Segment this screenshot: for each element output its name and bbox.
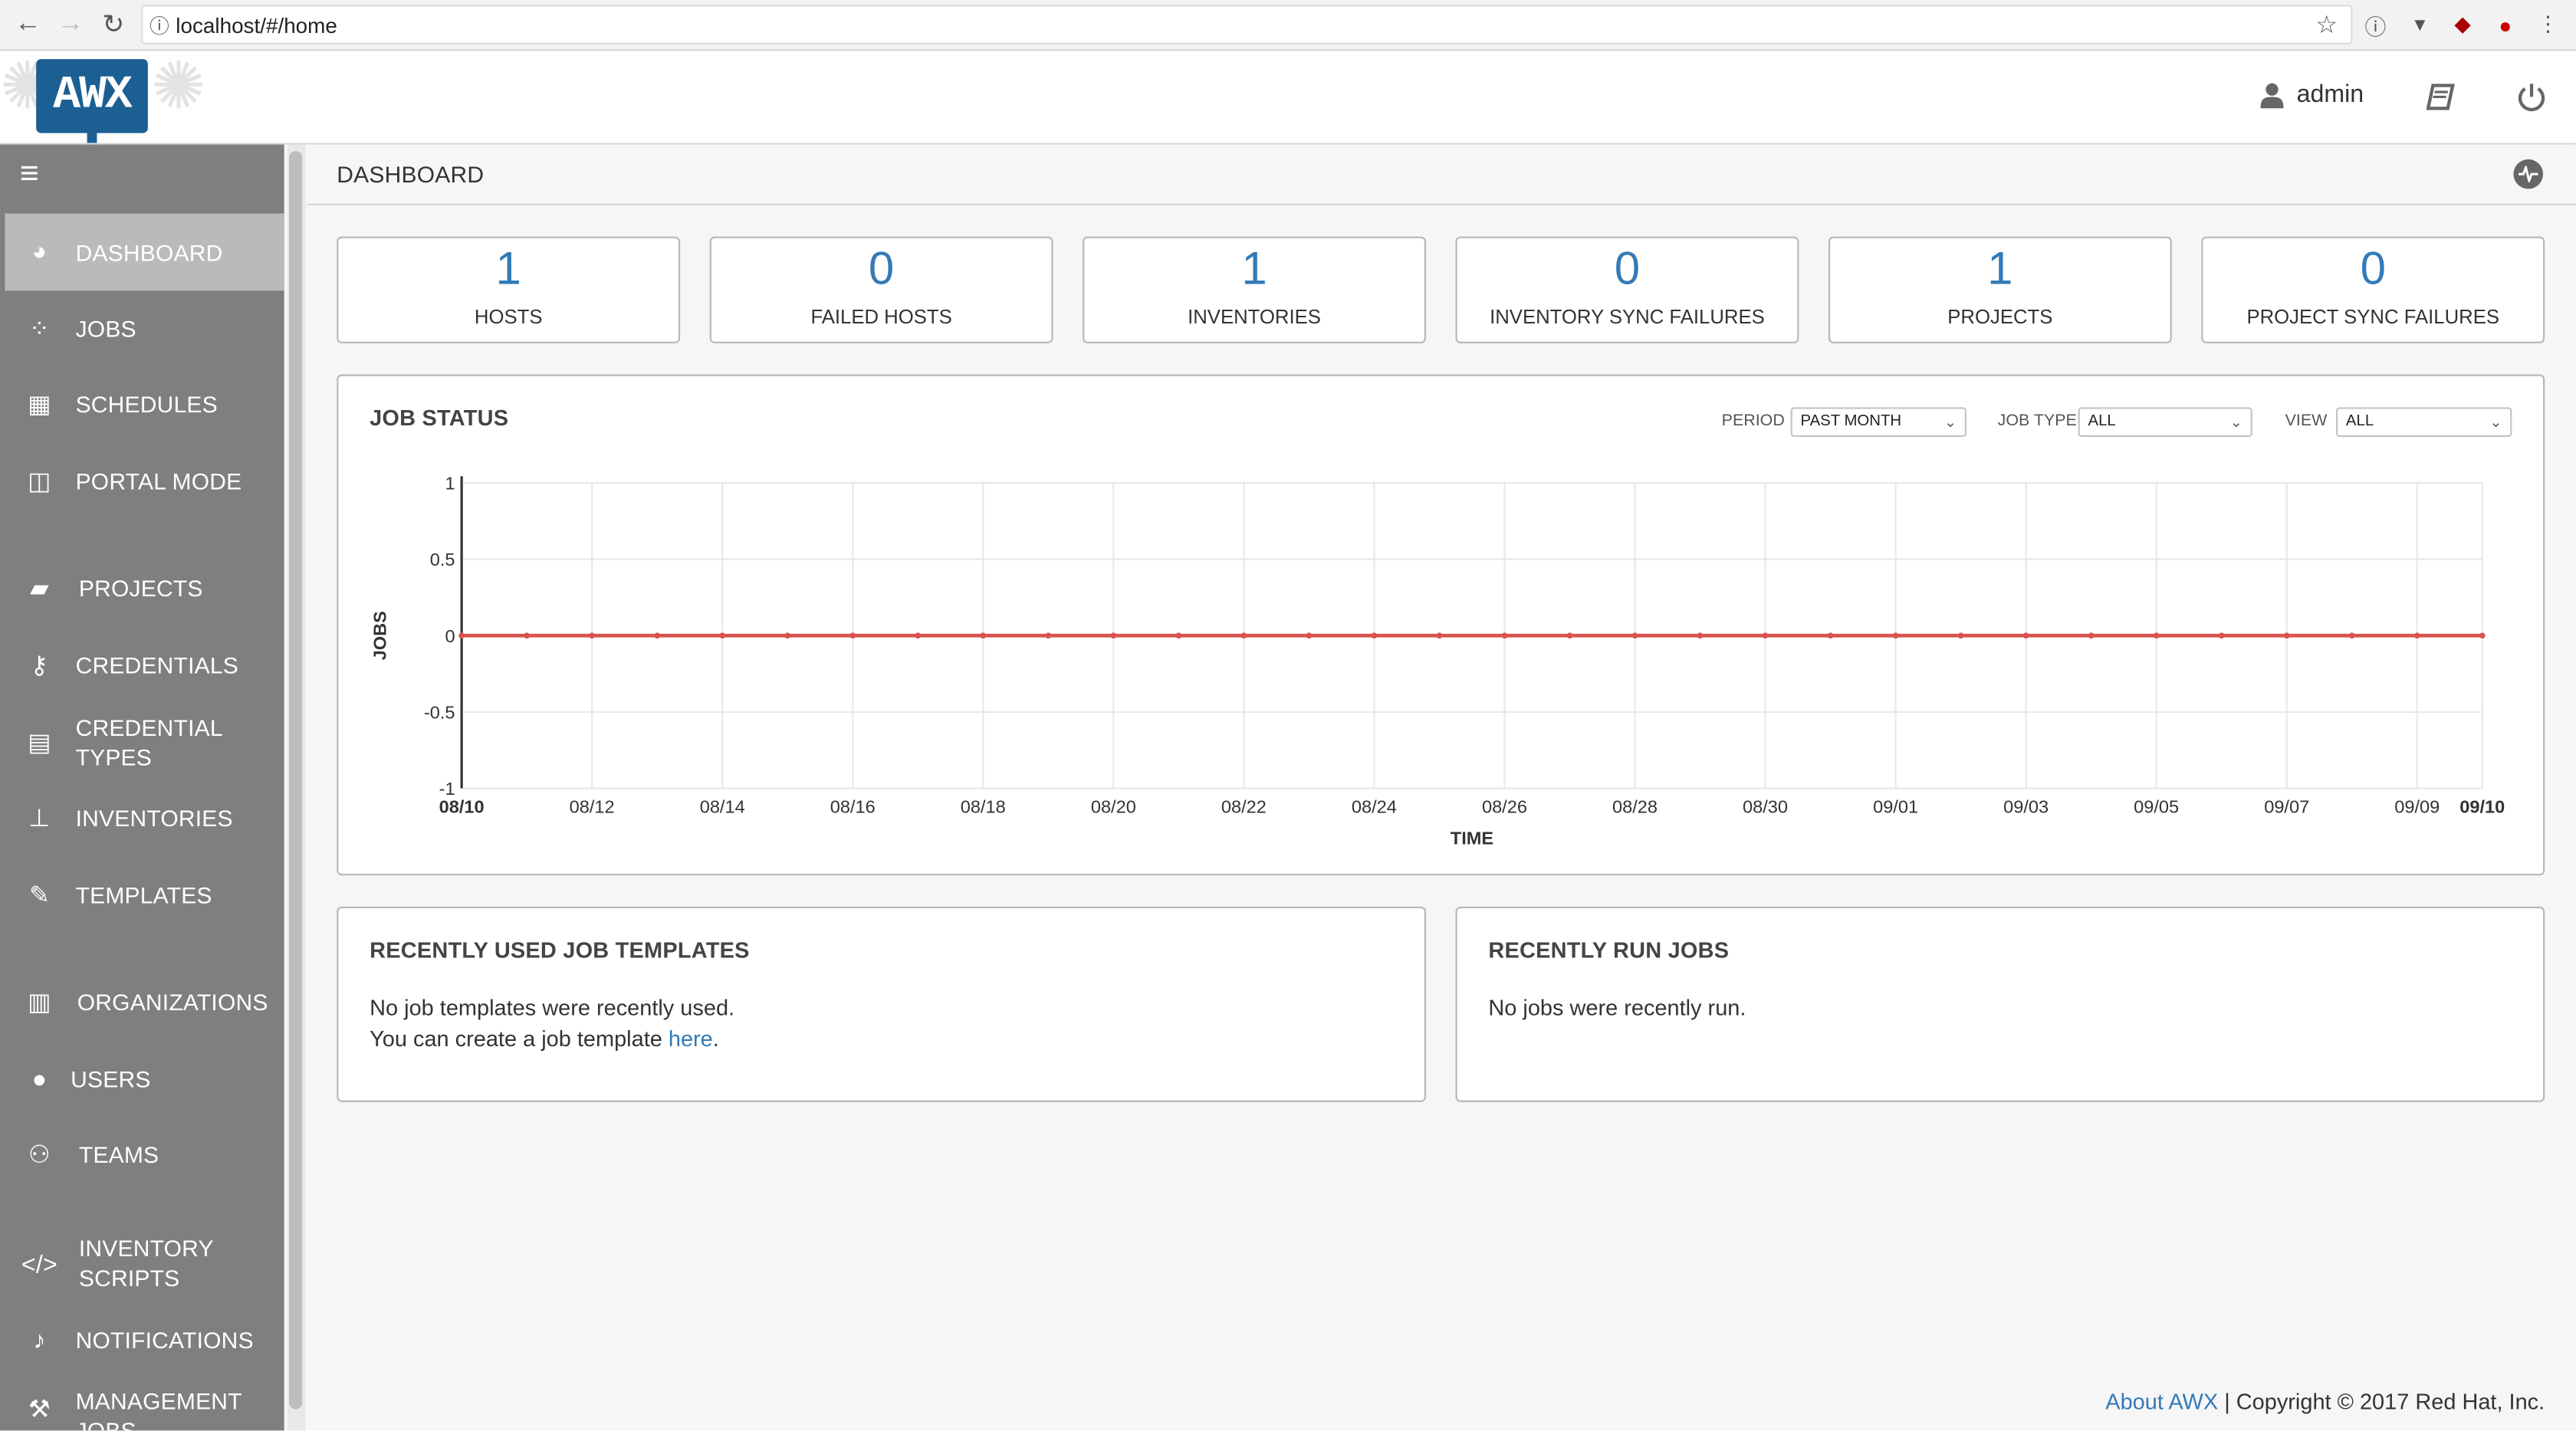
x-tick-label: 08/24 <box>1352 797 1397 817</box>
x-tick-label: 08/30 <box>1743 797 1788 817</box>
x-axis-label: TIME <box>1451 828 1493 848</box>
data-point <box>1762 632 1769 639</box>
about-awx-link[interactable]: About AWX <box>2105 1390 2218 1414</box>
x-tick-label: 08/10 <box>439 797 485 817</box>
y-tick-label: 1 <box>445 474 455 494</box>
footer: About AWX | Copyright © 2017 Red Hat, In… <box>2105 1390 2545 1414</box>
x-tick-label: 09/05 <box>2134 797 2179 817</box>
data-point <box>1110 632 1117 639</box>
data-point <box>1306 632 1313 639</box>
data-point <box>1240 632 1247 639</box>
x-tick-label: 09/07 <box>2264 797 2309 817</box>
create-hint-suffix: . <box>712 1026 719 1052</box>
data-point <box>1566 632 1573 639</box>
app-root: ← → ↻ ⓘ localhost/#/home ☆ ⓘ ▾ ◆ ● ⋮ ✺ ✺… <box>0 0 2576 1431</box>
x-tick-label: 08/16 <box>830 797 876 817</box>
data-point <box>1436 632 1443 639</box>
y-tick-label: -0.5 <box>424 702 455 722</box>
x-tick-label: 08/26 <box>1482 797 1527 817</box>
data-point <box>1175 632 1182 639</box>
x-tick-label: 08/22 <box>1221 797 1267 817</box>
x-tick-label: 08/28 <box>1612 797 1658 817</box>
data-point <box>1957 632 1964 639</box>
x-tick-label: 08/12 <box>570 797 615 817</box>
data-point <box>2153 632 2160 639</box>
data-point <box>2348 632 2355 639</box>
data-point <box>654 632 661 639</box>
data-point <box>2022 632 2029 639</box>
x-tick-label: 09/09 <box>2394 797 2440 817</box>
data-point <box>524 632 531 639</box>
data-point <box>1631 632 1638 639</box>
x-tick-label: 08/14 <box>700 797 745 817</box>
y-tick-label: 0 <box>445 626 455 646</box>
x-tick-label: 09/03 <box>2003 797 2049 817</box>
data-point <box>1827 632 1834 639</box>
job-status-chart: 1 0.5 0 -0.5 -108/10 08/12 08/14 08/16 08/18 08/2… <box>370 474 2505 848</box>
data-point <box>1371 632 1378 639</box>
recent-jobs-title: RECENTLY RUN JOBS <box>1488 937 1730 963</box>
data-point <box>2479 632 2486 639</box>
data-point <box>1697 632 1704 639</box>
recent-templates-empty: No job templates were recently used. <box>370 995 735 1020</box>
y-axis-label: JOBS <box>370 611 390 660</box>
data-point <box>589 632 596 639</box>
data-point <box>980 632 987 639</box>
y-tick-label: -1 <box>439 779 455 799</box>
create-hint-text: You can create a job template <box>370 1026 669 1052</box>
data-point <box>1045 632 1052 639</box>
data-point <box>2283 632 2290 639</box>
x-tick-label: 09/01 <box>1873 797 1918 817</box>
data-point <box>2218 632 2225 639</box>
recent-jobs-empty: No jobs were recently run. <box>1488 995 1746 1020</box>
data-point <box>1892 632 1899 639</box>
data-point <box>1501 632 1508 639</box>
x-tick-label: 09/10 <box>2459 797 2505 817</box>
y-tick-label: 0.5 <box>430 550 455 569</box>
data-point <box>2088 632 2095 639</box>
recent-templates-create-hint: You can create a job template here. <box>370 1026 719 1051</box>
recent-templates-title: RECENTLY USED JOB TEMPLATES <box>370 937 750 963</box>
data-point <box>2413 632 2420 639</box>
data-point <box>719 632 726 639</box>
x-tick-label: 08/18 <box>961 797 1006 817</box>
data-point <box>915 632 922 639</box>
data-point <box>784 632 791 639</box>
create-template-link[interactable]: here <box>669 1026 713 1051</box>
x-tick-label: 08/20 <box>1091 797 1136 817</box>
copyright-text: | Copyright © 2017 Red Hat, Inc. <box>2218 1389 2545 1414</box>
data-point <box>458 632 465 639</box>
data-point <box>849 632 856 639</box>
